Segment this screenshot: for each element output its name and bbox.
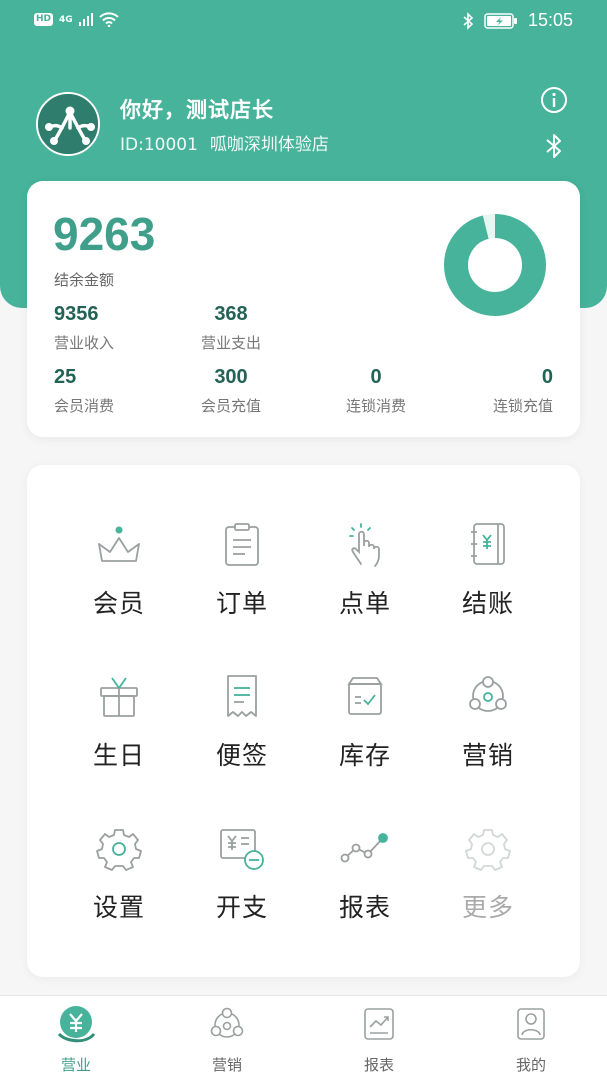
- menu-item-place-order[interactable]: 点单: [310, 518, 420, 628]
- signal-icon: [78, 13, 93, 26]
- gift-icon: [100, 677, 138, 717]
- menu-item-label: 生日: [92, 741, 145, 770]
- stat-value: 368: [214, 303, 248, 325]
- stat-label: 会员充值: [200, 397, 261, 415]
- menu-item-more[interactable]: 更多: [433, 822, 543, 932]
- store-id: ID:10001: [120, 134, 198, 155]
- stat-label: 连锁充值: [492, 397, 553, 415]
- line-chart-icon: [340, 833, 388, 863]
- clipboard-icon: [225, 523, 259, 566]
- bluetooth-icon[interactable]: [544, 132, 564, 160]
- stat-value: 25: [54, 366, 77, 388]
- menu-item-notes[interactable]: 便签: [187, 670, 297, 780]
- more-gear-icon: [465, 829, 511, 871]
- greeting-title: 你好，测试店长: [120, 97, 274, 122]
- menu-item-label: 报表: [338, 893, 391, 922]
- tab-reports[interactable]: 报表: [329, 1004, 429, 1075]
- frog-logo-icon: [38, 94, 98, 154]
- tab-label: 营销: [211, 1056, 242, 1074]
- menu-item-marketing[interactable]: 营销: [433, 670, 543, 780]
- inventory-box-icon: [347, 677, 383, 715]
- stat-label: 连锁消费: [345, 397, 406, 415]
- balance-label: 结余金额: [54, 271, 115, 289]
- menu-item-label: 库存: [338, 741, 391, 770]
- menu-item-label: 结账: [461, 589, 514, 618]
- marketing-nodes-icon: [210, 1007, 244, 1038]
- menu-item-label: 更多: [461, 893, 514, 922]
- balance-donut-chart: [444, 214, 546, 316]
- wifi-icon: [98, 12, 119, 27]
- summary-card: 9263 结余金额 9356 营业收入 368 营业支出 25 会员消费 300…: [27, 181, 580, 437]
- tab-label: 报表: [363, 1056, 394, 1074]
- menu-item-checkout[interactable]: 结账: [433, 518, 543, 628]
- battery-icon: [484, 12, 517, 29]
- profile-section: 你好，测试店长 ID:10001 呱咖深圳体验店: [36, 92, 329, 156]
- info-icon[interactable]: [540, 86, 568, 114]
- menu-item-label: 订单: [215, 589, 268, 618]
- stat-value: 300: [214, 366, 248, 388]
- receipt-icon: [227, 675, 257, 717]
- stat-label: 营业支出: [200, 334, 261, 352]
- profile-person-icon: [517, 1008, 545, 1040]
- menu-item-label: 便签: [215, 741, 268, 770]
- balance-value: 9263: [53, 208, 156, 260]
- expense-bill-icon: [220, 829, 264, 870]
- menu-item-orders[interactable]: 订单: [187, 518, 297, 628]
- status-bar: HD 4G 15:05: [0, 0, 607, 44]
- business-yuan-icon: [57, 1006, 96, 1043]
- stat-value: 9356: [54, 303, 99, 325]
- avatar[interactable]: [36, 92, 100, 156]
- tab-mine[interactable]: 我的: [481, 1004, 581, 1075]
- menu-item-settings[interactable]: 设置: [64, 822, 174, 932]
- bottom-tab-bar: 营业 营销 报表 我的: [0, 995, 607, 1080]
- stat-member-consumption: 25 会员消费: [54, 366, 174, 416]
- ledger-yuan-icon: [471, 523, 505, 565]
- menu-item-label: 设置: [92, 893, 145, 922]
- menu-item-label: 营销: [461, 741, 514, 770]
- tab-label: 我的: [515, 1056, 546, 1074]
- bluetooth-status-icon: [463, 11, 474, 30]
- tab-label: 营业: [60, 1056, 91, 1074]
- store-info: ID:10001 呱咖深圳体验店: [120, 130, 329, 155]
- crown-icon: [98, 526, 140, 562]
- menu-item-label: 会员: [92, 589, 145, 618]
- menu-item-label: 点单: [338, 589, 391, 618]
- menu-item-birthday[interactable]: 生日: [64, 670, 174, 780]
- menu-item-expenses[interactable]: 开支: [187, 822, 297, 932]
- menu-item-member[interactable]: 会员: [64, 518, 174, 628]
- stat-revenue: 9356 营业收入: [54, 303, 174, 353]
- menu-item-reports[interactable]: 报表: [310, 822, 420, 932]
- menu-item-inventory[interactable]: 库存: [310, 670, 420, 780]
- stat-label: 营业收入: [54, 334, 115, 352]
- stat-value: 0: [370, 366, 382, 388]
- menu-item-label: 开支: [215, 893, 268, 922]
- donut-arc: [444, 214, 546, 316]
- stat-member-recharge: 300 会员充值: [171, 366, 291, 416]
- tab-business[interactable]: 营业: [26, 1004, 126, 1075]
- store-name: 呱咖深圳体验店: [209, 134, 329, 155]
- tap-hand-icon: [349, 523, 380, 567]
- stat-chain-recharge: 0 连锁充值: [433, 366, 553, 416]
- tab-marketing[interactable]: 营销: [177, 1004, 277, 1075]
- stat-expense: 368 营业支出: [171, 303, 291, 353]
- network-type: 4G: [59, 14, 73, 25]
- gear-icon: [96, 829, 142, 871]
- stat-label: 会员消费: [54, 397, 115, 415]
- share-nodes-icon: [469, 676, 507, 712]
- function-menu-card: 会员 订单 点单 结账 生日 便签 库存 营销 设置 开支 报表 更多: [27, 465, 580, 977]
- stat-chain-consumption: 0 连锁消费: [316, 366, 436, 416]
- stat-value: 0: [541, 366, 553, 388]
- status-time: 15:05: [527, 10, 573, 30]
- report-chart-icon: [364, 1008, 394, 1040]
- hd-badge: HD: [34, 13, 54, 26]
